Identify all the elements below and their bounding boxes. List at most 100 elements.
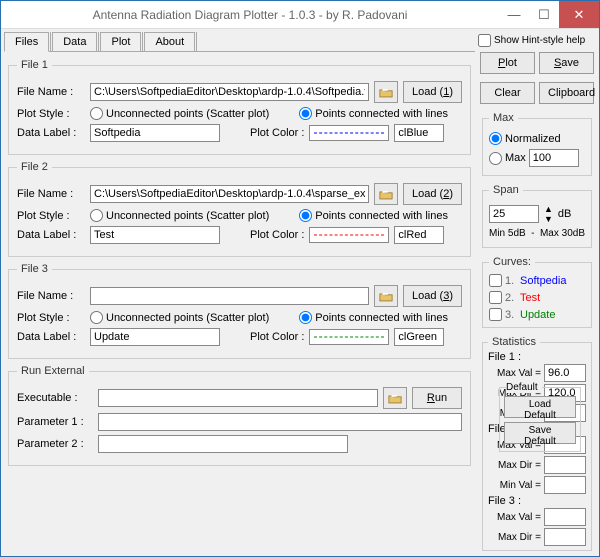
param2-label: Parameter 2 :	[17, 438, 93, 450]
tab-files[interactable]: Files	[4, 32, 49, 52]
tab-plot[interactable]: Plot	[100, 32, 141, 51]
maxval-label: Max Val =	[497, 368, 541, 379]
window-title: Antenna Radiation Diagram Plotter - 1.0.…	[1, 8, 499, 22]
save-button[interactable]: Save	[539, 52, 594, 74]
file1-legend: File 1	[17, 59, 52, 71]
file2-group: File 2 File Name : Load (2) Plot Style :…	[8, 161, 471, 257]
file2-datalabel-label: Data Label :	[17, 229, 85, 241]
curve3-name: Update	[520, 309, 555, 321]
span-group: Span ▲▼ dB Min 5dB - Max 30dB	[482, 184, 592, 248]
hint-checkbox[interactable]: Show Hint-style help	[478, 34, 596, 47]
max-radio[interactable]: Max	[489, 149, 585, 167]
file2-filename-label: File Name :	[17, 188, 85, 200]
save-default-button[interactable]: Save Default	[504, 422, 576, 444]
param1-input[interactable]	[98, 413, 462, 431]
span-min: Min 5dB	[489, 228, 526, 239]
tab-bar: Files Data Plot About	[4, 32, 475, 52]
file1-load-button[interactable]: Load (1)	[403, 81, 462, 103]
file3-plotcolor-label: Plot Color :	[250, 331, 304, 343]
file2-load-button[interactable]: Load (2)	[403, 183, 462, 205]
param1-label: Parameter 1 :	[17, 416, 93, 428]
file3-radio-scatter[interactable]: Unconnected points (Scatter plot)	[90, 311, 269, 324]
file3-colorname-input[interactable]	[394, 328, 444, 346]
span-legend: Span	[489, 184, 523, 196]
executable-browse-button[interactable]	[383, 387, 407, 409]
stats-file1-label: File 1 :	[488, 351, 586, 363]
param2-input[interactable]	[98, 435, 348, 453]
executable-input[interactable]	[98, 389, 378, 407]
file3-datalabel-input[interactable]	[90, 328, 220, 346]
file2-datalabel-input[interactable]	[90, 226, 220, 244]
file1-datalabel-label: Data Label :	[17, 127, 85, 139]
file1-colorname-input[interactable]	[394, 124, 444, 142]
span-max: Max 30dB	[540, 228, 585, 239]
file1-plotstyle-label: Plot Style :	[17, 108, 85, 120]
file1-plotcolor-label: Plot Color :	[250, 127, 304, 139]
maximize-button[interactable]: ☐	[529, 1, 559, 28]
curve2-name: Test	[520, 292, 540, 304]
tab-data[interactable]: Data	[52, 32, 97, 51]
curve1-checkbox[interactable]	[489, 274, 502, 287]
file1-color-preview[interactable]	[309, 125, 389, 141]
file1-radio-lines[interactable]: Points connected with lines	[299, 107, 448, 120]
file1-maxval[interactable]	[544, 364, 586, 382]
file1-group: File 1 File Name : Load (1) Plot Style :…	[8, 59, 471, 155]
file2-filename-input[interactable]	[90, 185, 369, 203]
file3-color-preview[interactable]	[309, 329, 389, 345]
plot-button[interactable]: Plot	[480, 52, 535, 74]
file3-filename-input[interactable]	[90, 287, 369, 305]
file2-legend: File 2	[17, 161, 52, 173]
default-legend: Default	[506, 382, 542, 393]
file3-plotstyle-label: Plot Style :	[17, 312, 85, 324]
close-button[interactable]: ✕	[559, 1, 599, 28]
file3-maxval[interactable]	[544, 508, 586, 526]
file2-maxdir[interactable]	[544, 456, 586, 474]
file3-maxdir[interactable]	[544, 528, 586, 546]
file2-radio-lines[interactable]: Points connected with lines	[299, 209, 448, 222]
titlebar: Antenna Radiation Diagram Plotter - 1.0.…	[1, 1, 599, 29]
folder-icon	[388, 393, 402, 404]
file2-minval[interactable]	[544, 476, 586, 494]
minimize-button[interactable]: —	[499, 1, 529, 28]
tab-about[interactable]: About	[144, 32, 195, 51]
file3-browse-button[interactable]	[374, 285, 398, 307]
load-default-button[interactable]: Load Default	[504, 396, 576, 418]
normalized-radio[interactable]: Normalized	[489, 132, 585, 145]
curves-group: Curves: 1.Softpedia 2.Test 3.Update	[482, 256, 592, 328]
file3-group: File 3 File Name : Load (3) Plot Style :…	[8, 263, 471, 359]
folder-icon	[379, 189, 393, 200]
file2-plotstyle-label: Plot Style :	[17, 210, 85, 222]
file3-legend: File 3	[17, 263, 52, 275]
executable-label: Executable :	[17, 392, 93, 404]
max-input[interactable]	[529, 149, 579, 167]
file2-radio-scatter[interactable]: Unconnected points (Scatter plot)	[90, 209, 269, 222]
max-legend: Max	[489, 112, 518, 124]
curves-legend: Curves:	[489, 256, 535, 268]
curve3-checkbox[interactable]	[489, 308, 502, 321]
folder-icon	[379, 87, 393, 98]
span-input[interactable]	[489, 205, 539, 223]
stats-file3-label: File 3 :	[488, 495, 586, 507]
span-stepper-icon[interactable]: ▲▼	[544, 204, 553, 224]
file2-color-preview[interactable]	[309, 227, 389, 243]
curve2-checkbox[interactable]	[489, 291, 502, 304]
run-external-group: Run External Executable : Run Parameter …	[8, 365, 471, 466]
file3-load-button[interactable]: Load (3)	[403, 285, 462, 307]
run-button[interactable]: Run	[412, 387, 462, 409]
file3-filename-label: File Name :	[17, 290, 85, 302]
file2-colorname-input[interactable]	[394, 226, 444, 244]
file2-browse-button[interactable]	[374, 183, 398, 205]
file1-browse-button[interactable]	[374, 81, 398, 103]
file1-datalabel-input[interactable]	[90, 124, 220, 142]
app-window: Antenna Radiation Diagram Plotter - 1.0.…	[0, 0, 600, 557]
file1-filename-input[interactable]	[90, 83, 369, 101]
span-unit: dB	[558, 208, 571, 220]
run-external-legend: Run External	[17, 365, 89, 377]
file1-radio-scatter[interactable]: Unconnected points (Scatter plot)	[90, 107, 269, 120]
file2-plotcolor-label: Plot Color :	[250, 229, 304, 241]
clear-button[interactable]: Clear	[480, 82, 535, 104]
clipboard-button[interactable]: Clipboard	[539, 82, 594, 104]
file3-radio-lines[interactable]: Points connected with lines	[299, 311, 448, 324]
curve-row: 1.Softpedia	[489, 272, 585, 289]
max-group: Max Normalized Max	[482, 112, 592, 176]
